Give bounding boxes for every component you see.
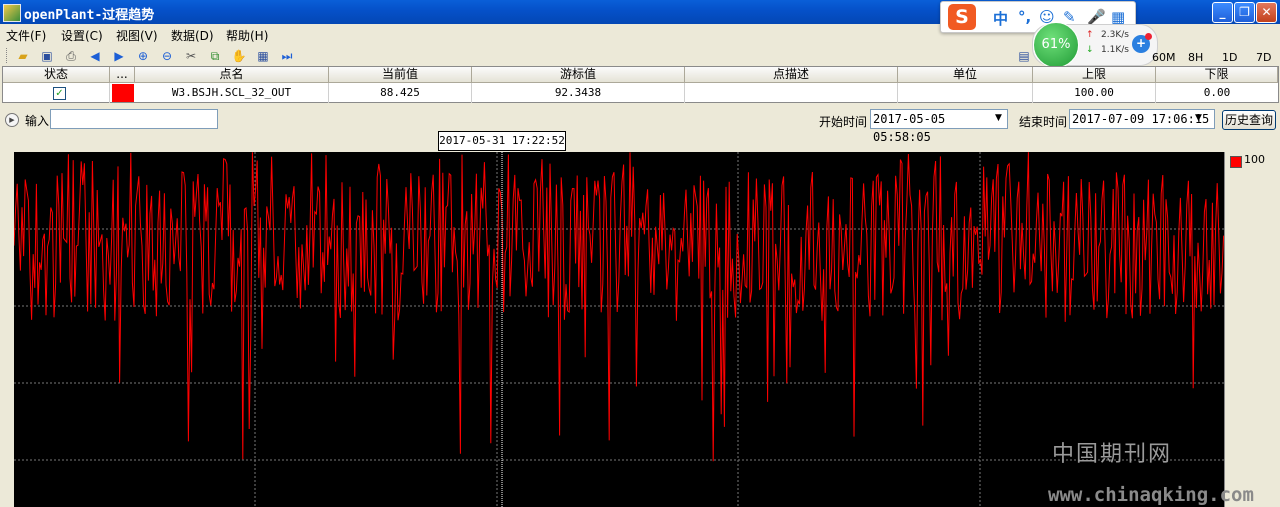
y-axis-max-label: 100 xyxy=(1244,153,1265,166)
close-button[interactable]: ✕ xyxy=(1256,2,1277,23)
tools-icon[interactable]: ✂ xyxy=(183,48,199,64)
range-60m-button[interactable]: 60M xyxy=(1152,51,1176,64)
toolbar-grip xyxy=(6,48,9,63)
watermark-url: www.chinaqking.com xyxy=(1048,484,1254,506)
row-unit-cell xyxy=(898,83,1033,103)
window-title: openPlant-过程趋势 xyxy=(24,8,155,23)
right-axis-line xyxy=(1224,152,1225,507)
monitor-icon[interactable]: ▤ xyxy=(1016,48,1032,64)
range-1d-button[interactable]: 1D xyxy=(1222,51,1237,64)
col-header-unit[interactable]: 单位 xyxy=(898,67,1033,83)
start-time-picker[interactable]: 2017-05-05 05:58:05 xyxy=(870,109,1008,144)
menu-file[interactable]: 文件(F) xyxy=(6,27,46,44)
hand-icon[interactable]: ✋ xyxy=(231,48,247,64)
trend-series-line xyxy=(14,152,1224,462)
print-icon[interactable]: ⎙ xyxy=(63,48,79,64)
table-icon[interactable]: ▦ xyxy=(255,48,271,64)
col-header-more[interactable]: ... xyxy=(110,67,135,83)
zoom-out-icon[interactable]: ⊖ xyxy=(159,48,175,64)
row-cursor-cell: 92.3438 xyxy=(472,83,685,103)
row-desc-cell xyxy=(685,83,898,103)
points-table: 状态 ... 点名 当前值 游标值 点描述 单位 上限 下限 ✓ W3.BSJH… xyxy=(2,66,1279,103)
skip-end-icon[interactable]: ⏭ xyxy=(279,48,295,64)
open-folder-icon[interactable]: ▰ xyxy=(15,48,31,64)
series-color-swatch[interactable] xyxy=(112,84,134,102)
col-header-desc[interactable]: 点描述 xyxy=(685,67,898,83)
end-dropdown-icon[interactable]: ▼ xyxy=(1195,113,1202,123)
maximize-button[interactable]: ❐ xyxy=(1234,2,1255,23)
end-time-picker[interactable]: 2017-07-09 17:06:15 xyxy=(1069,109,1215,129)
arrow-right-icon[interactable]: ▶ xyxy=(111,48,127,64)
col-header-status[interactable]: 状态 xyxy=(3,67,110,83)
minimize-button[interactable]: _ xyxy=(1212,2,1233,23)
menu-view[interactable]: 视图(V) xyxy=(116,27,158,44)
app-icon xyxy=(3,4,21,22)
range-8h-button[interactable]: 8H xyxy=(1188,51,1203,64)
zoom-in-icon[interactable]: ⊕ xyxy=(135,48,151,64)
start-time-label: 开始时间 xyxy=(819,115,868,129)
col-header-current[interactable]: 当前值 xyxy=(329,67,472,83)
row-current-cell: 88.425 xyxy=(329,83,472,103)
range-7d-button[interactable]: 7D xyxy=(1256,51,1271,64)
arrow-left-icon[interactable]: ◀ xyxy=(87,48,103,64)
play-icon[interactable]: ▶ xyxy=(5,113,19,127)
menu-bar: 文件(F) 设置(C) 视图(V) 数据(D) 帮助(H) xyxy=(0,24,1280,44)
watermark-text: 中国期刊网 xyxy=(1052,442,1173,467)
menu-data[interactable]: 数据(D) xyxy=(171,27,214,44)
row-upper-cell: 100.00 xyxy=(1033,83,1156,103)
menu-help[interactable]: 帮助(H) xyxy=(226,27,268,44)
input-label: 输入 xyxy=(25,114,50,128)
save-icon[interactable]: ▣ xyxy=(39,48,55,64)
status-checkbox[interactable]: ✓ xyxy=(53,87,66,100)
toolbar: ▰ ▣ ⎙ ◀ ▶ ⊕ ⊖ ✂ ⧉ ✋ ▦ ⏭ ▤ 60M 8H 1D 7D xyxy=(0,45,1280,66)
col-header-upper[interactable]: 上限 xyxy=(1033,67,1156,83)
cursor-time-tooltip: 2017-05-31 17:22:52 xyxy=(438,131,566,151)
col-header-name[interactable]: 点名 xyxy=(135,67,329,83)
col-header-cursor[interactable]: 游标值 xyxy=(472,67,685,83)
link-icon[interactable]: ⧉ xyxy=(207,48,223,64)
point-input[interactable] xyxy=(50,109,218,129)
end-time-label: 结束时间 xyxy=(1019,115,1068,129)
col-header-lower[interactable]: 下限 xyxy=(1156,67,1278,83)
menu-settings[interactable]: 设置(C) xyxy=(61,27,103,44)
trend-chart[interactable] xyxy=(14,152,1224,507)
legend-swatch xyxy=(1230,156,1242,168)
start-dropdown-icon[interactable]: ▼ xyxy=(995,113,1002,123)
row-name-cell[interactable]: W3.BSJH.SCL_32_OUT xyxy=(135,83,329,103)
history-query-button[interactable]: 历史查询 xyxy=(1222,110,1276,130)
row-lower-cell: 0.00 xyxy=(1203,86,1231,99)
query-bar: ▶ 输入 开始时间 2017-05-05 05:58:05 ▼ 结束时间 201… xyxy=(0,105,1280,144)
